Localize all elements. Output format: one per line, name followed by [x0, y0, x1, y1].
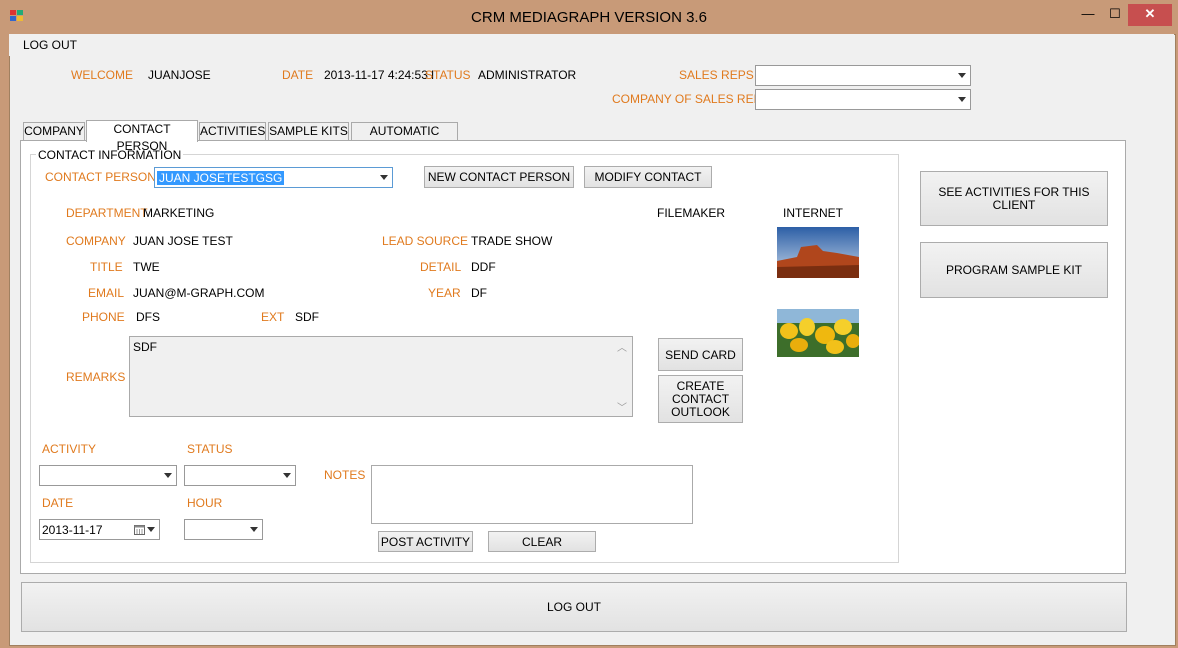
title-label: TITLE — [90, 260, 123, 274]
contact-person-combo[interactable]: JUAN JOSETESTGSG — [154, 167, 393, 188]
tab-activities[interactable]: ACTIVITIES — [199, 122, 266, 141]
app-window: CRM MEDIAGRAPH VERSION 3.6 — ☐ ✕ LOG OUT… — [0, 0, 1178, 648]
notes-textarea[interactable] — [371, 465, 693, 524]
send-card-button[interactable]: SEND CARD — [658, 338, 743, 371]
clear-button[interactable]: CLEAR — [488, 531, 596, 552]
tab-automatic-email[interactable]: AUTOMATIC EMAIL — [351, 122, 458, 155]
activity-date-picker[interactable]: 2013-11-17 — [39, 519, 160, 540]
tab-contact-person[interactable]: CONTACT PERSON — [86, 120, 198, 153]
phone-value: DFS — [136, 310, 160, 324]
remarks-value: SDF — [133, 340, 157, 354]
see-activities-line-2: CLIENT — [992, 197, 1036, 212]
status-value: ADMINISTRATOR — [478, 68, 577, 82]
logout-button[interactable]: LOG OUT — [21, 582, 1127, 632]
chevron-down-icon[interactable] — [147, 526, 155, 532]
hour-combo[interactable] — [184, 519, 263, 540]
email-label: EMAIL — [88, 286, 125, 300]
sales-reps-label: SALES REPS — [679, 68, 754, 82]
desert-image — [777, 227, 859, 278]
contact-person-label: CONTACT PERSON — [45, 170, 156, 184]
window-title: CRM MEDIAGRAPH VERSION 3.6 — [471, 9, 707, 26]
new-contact-person-button[interactable]: NEW CONTACT PERSON — [424, 166, 574, 188]
menu-bar: LOG OUT — [9, 34, 1174, 56]
create-contact-outlook-line-1: CREATE — [676, 378, 725, 393]
tab-company[interactable]: COMPANY — [23, 122, 85, 141]
create-contact-outlook-line-3: OUTLOOK — [671, 404, 730, 419]
year-value: DF — [471, 286, 487, 300]
tulips-image — [777, 309, 859, 357]
lead-source-label: LEAD SOURCE — [382, 234, 469, 248]
contact-person-combo-value: JUAN JOSETESTGSG — [157, 171, 285, 185]
see-activities-line-1: SEE ACTIVITIES FOR THIS — [938, 184, 1090, 199]
activity-label: ACTIVITY — [42, 442, 97, 456]
title-bar: CRM MEDIAGRAPH VERSION 3.6 — ☐ ✕ — [0, 0, 1178, 34]
detail-value: DDF — [471, 260, 496, 274]
chevron-down-icon — [283, 472, 291, 478]
sales-reps-combo[interactable] — [755, 65, 971, 86]
menu-logout[interactable]: LOG OUT — [23, 38, 77, 52]
remarks-textarea[interactable]: SDF ︿ ﹀ — [129, 336, 633, 417]
date-value: 2013-11-17 4:24:53 l — [324, 68, 434, 82]
welcome-value: JUANJOSE — [148, 68, 211, 82]
ext-label: EXT — [261, 310, 285, 324]
activity-date-label: DATE — [42, 496, 74, 510]
chevron-down-icon — [958, 96, 966, 102]
chevron-down-icon — [164, 472, 172, 478]
detail-label: DETAIL — [420, 260, 462, 274]
tab-sample-kits[interactable]: SAMPLE KITS — [268, 122, 349, 141]
activity-status-combo[interactable] — [184, 465, 296, 486]
filemaker-label: FILEMAKER — [657, 206, 726, 220]
status-label: STATUS — [425, 68, 471, 82]
company-label: COMPANY — [66, 234, 126, 248]
chevron-down-icon — [250, 526, 258, 532]
year-label: YEAR — [428, 286, 461, 300]
close-button[interactable]: ✕ — [1128, 4, 1172, 26]
ext-value: SDF — [295, 310, 319, 324]
company-rep-combo[interactable] — [755, 89, 971, 110]
maximize-button[interactable]: ☐ — [1102, 4, 1128, 26]
email-value: JUAN@M-GRAPH.COM — [133, 286, 265, 300]
program-sample-kit-button[interactable]: PROGRAM SAMPLE KIT — [920, 242, 1108, 298]
internet-label: INTERNET — [783, 206, 843, 220]
title-value: TWE — [133, 260, 160, 274]
phone-label: PHONE — [82, 310, 125, 324]
create-contact-outlook-button[interactable]: CREATE CONTACT OUTLOOK — [658, 375, 743, 423]
activity-status-label: STATUS — [187, 442, 233, 456]
post-activity-button[interactable]: POST ACTIVITY — [378, 531, 473, 552]
activity-combo[interactable] — [39, 465, 177, 486]
notes-label: NOTES — [324, 468, 366, 482]
chevron-down-icon — [380, 174, 388, 180]
activity-date-value: 2013-11-17 — [42, 523, 103, 537]
welcome-label: WELCOME — [71, 68, 134, 82]
chevron-down-icon — [958, 72, 966, 78]
modify-contact-button[interactable]: MODIFY CONTACT — [584, 166, 712, 188]
scroll-down-icon[interactable]: ﹀ — [617, 399, 627, 414]
scroll-up-icon[interactable]: ︿ — [617, 339, 627, 354]
date-label: DATE — [282, 68, 314, 82]
company-rep-label: COMPANY OF SALES REP — [612, 92, 762, 106]
minimize-button[interactable]: — — [1074, 4, 1102, 26]
lead-source-value: TRADE SHOW — [471, 234, 553, 248]
calendar-icon[interactable] — [134, 524, 145, 535]
department-label: DEPARTMENT — [66, 206, 148, 220]
create-contact-outlook-line-2: CONTACT — [671, 391, 730, 406]
remarks-label: REMARKS — [66, 370, 126, 384]
company-value: JUAN JOSE TEST — [133, 234, 233, 248]
department-value: MARKETING — [143, 206, 215, 220]
see-activities-button[interactable]: SEE ACTIVITIES FOR THIS CLIENT — [920, 171, 1108, 226]
hour-label: HOUR — [187, 496, 223, 510]
